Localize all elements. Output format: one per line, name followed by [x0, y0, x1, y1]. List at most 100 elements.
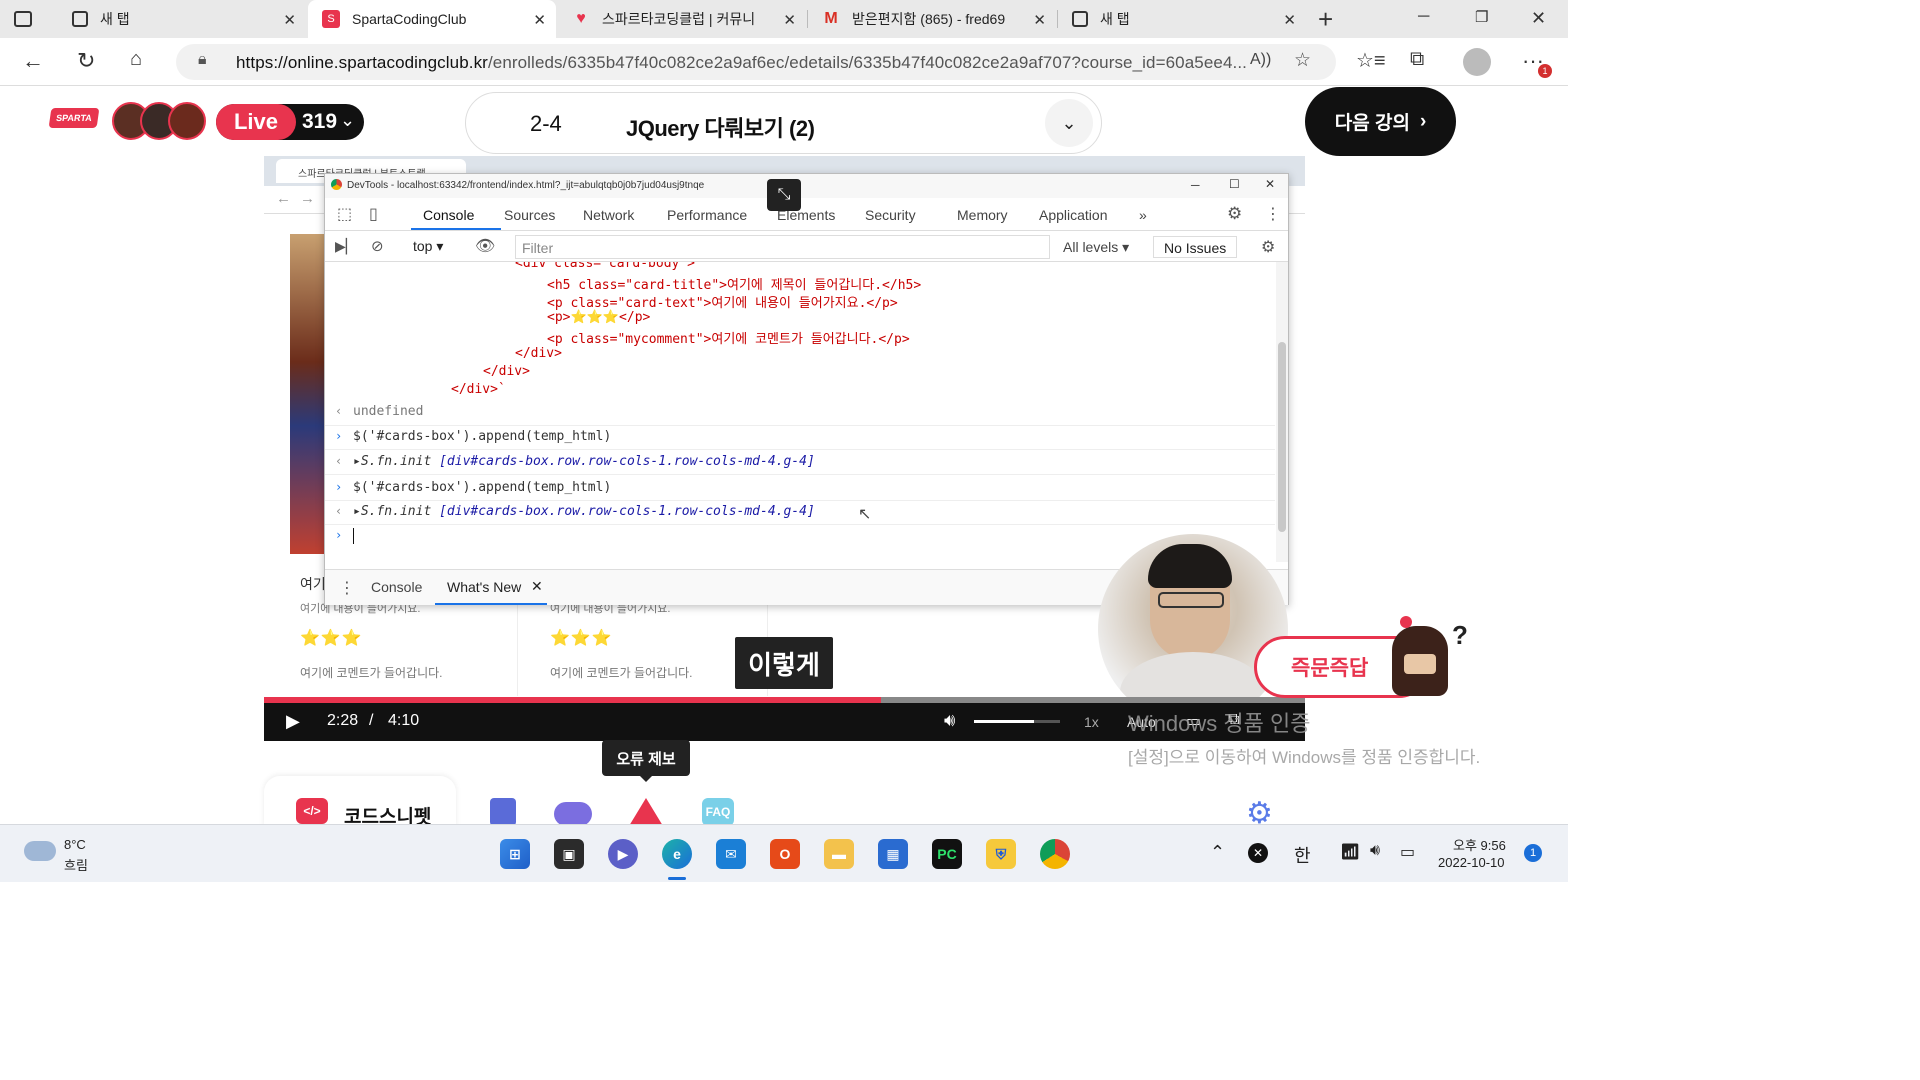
- console-line: <div class= card-body >: [515, 262, 696, 271]
- profile-avatar[interactable]: [1463, 48, 1491, 76]
- pycharm-icon[interactable]: PC: [932, 839, 962, 869]
- chat-icon[interactable]: [554, 802, 592, 826]
- gear-icon: ⚙: [1261, 239, 1276, 256]
- tab-new-tab-2[interactable]: 새 탭 ✕: [1058, 0, 1306, 38]
- windows-start-icon[interactable]: ⊞: [500, 839, 530, 869]
- volume-slider[interactable]: [974, 720, 1060, 723]
- add-favorite-icon[interactable]: ☆: [1294, 49, 1311, 72]
- quick-answer-label: 즉문즉답: [1291, 657, 1369, 680]
- next-lecture-label: 다음 강의: [1334, 113, 1410, 134]
- play-icon[interactable]: ▶: [286, 711, 300, 732]
- clear-console-icon: ⊘: [371, 238, 384, 255]
- restore-window-button[interactable]: ❐: [1475, 8, 1488, 26]
- active-tab-underline: [411, 228, 501, 230]
- eye-icon: 👁︎: [475, 238, 496, 255]
- chevron-down-icon: ⌄: [1061, 112, 1077, 133]
- inspect-icon: ⬚: [337, 206, 353, 223]
- console-line: </div>`: [451, 382, 506, 397]
- address-bar[interactable]: 🔒︎ https://online.spartacodingclub.kr/en…: [176, 44, 1336, 80]
- console-line: $('#cards-box').append(temp_html): [353, 429, 612, 444]
- close-tab-icon[interactable]: ✕: [1283, 11, 1296, 29]
- sparta-logo[interactable]: SPARTA: [48, 108, 100, 128]
- battery-icon[interactable]: ▭: [1400, 842, 1415, 862]
- close-tab-icon[interactable]: ✕: [283, 11, 296, 29]
- tab-network: Network: [583, 207, 635, 223]
- console-toolbar: ▶▏ ⊘ top ▾ 👁︎ Filter All levels ▾ No Iss…: [325, 232, 1288, 262]
- mail-icon[interactable]: ✉: [716, 839, 746, 869]
- code-snippet-button[interactable]: </> 코드스니펫: [264, 776, 456, 828]
- lock-icon[interactable]: 🔒︎: [198, 51, 207, 69]
- playback-speed[interactable]: 1x: [1084, 714, 1099, 730]
- chrome-icon[interactable]: [1040, 839, 1070, 869]
- chevron-right-icon: ›: [1419, 110, 1427, 132]
- office-icon[interactable]: O: [770, 839, 800, 869]
- lecture-header: SPARTA Live 319 ⌄ 2-4 JQuery 다뤄보기 (2) ⌄ …: [0, 86, 1568, 156]
- tab-sparta-community[interactable]: ♥ 스파르타코딩클럽 | 커뮤니 ✕: [558, 0, 806, 38]
- result-arrow-icon: ‹: [335, 454, 343, 468]
- tab-new-tab-1[interactable]: 새 탭 ✕: [58, 0, 306, 38]
- tab-sources: Sources: [504, 207, 556, 223]
- watermark-line2: [설정]으로 이동하여 Windows를 정품 인증합니다.: [1128, 748, 1481, 767]
- minimize-window-button[interactable]: ─: [1418, 8, 1429, 26]
- windows-activation-watermark: Windows 정품 인증 [설정]으로 이동하여 Windows를 정품 인증…: [1128, 706, 1518, 770]
- warning-icon[interactable]: [629, 798, 663, 826]
- url-text[interactable]: https://online.spartacodingclub.kr/enrol…: [236, 53, 1247, 73]
- devtools-tabs: ⬚ ▯ Console Sources Network Performance …: [325, 198, 1288, 231]
- live-indicator[interactable]: Live 319 ⌄: [216, 104, 364, 140]
- cloud-icon[interactable]: [24, 841, 56, 861]
- store-icon[interactable]: ▦: [878, 839, 908, 869]
- chat-app-icon[interactable]: ▶: [608, 839, 638, 869]
- close-tab-icon[interactable]: ✕: [1033, 11, 1046, 29]
- weather-desc[interactable]: 흐림: [64, 855, 88, 874]
- new-tab-plus-icon[interactable]: +: [1318, 4, 1333, 35]
- character-mascot-icon: [1392, 616, 1448, 696]
- console-line: ▸S.fn.init [div#cards-box.row.row-cols-1…: [353, 504, 815, 519]
- tab-gmail[interactable]: M 받은편지함 (865) - fred69 ✕: [808, 0, 1056, 38]
- app-tray-icon[interactable]: ✕: [1248, 843, 1268, 863]
- refresh-icon[interactable]: ↻: [77, 48, 95, 74]
- result-arrow-icon: ‹: [335, 404, 343, 418]
- console-line: <h5 class="card-title">여기에 제목이 들어갑니다.</h…: [547, 278, 922, 293]
- tab-spartacodingclub[interactable]: S SpartaCodingClub ✕: [308, 0, 556, 38]
- tab-actions-button[interactable]: [0, 0, 56, 38]
- console-line: </div>: [483, 364, 530, 379]
- next-lecture-button[interactable]: 다음 강의 ›: [1305, 87, 1456, 156]
- back-arrow-icon[interactable]: ←: [22, 48, 44, 74]
- lecture-dropdown-button[interactable]: ⌄: [1045, 99, 1093, 147]
- close-window-button[interactable]: ✕: [1531, 8, 1546, 29]
- ime-indicator[interactable]: 한: [1294, 842, 1311, 868]
- clock-time[interactable]: 오후 9:56: [1453, 835, 1506, 854]
- speaker-icon[interactable]: 🔊︎: [1370, 842, 1380, 860]
- lecture-selector[interactable]: 2-4 JQuery 다뤄보기 (2) ⌄: [465, 92, 1102, 154]
- card-image: [290, 234, 326, 554]
- favorites-icon[interactable]: ☆≡: [1356, 48, 1386, 73]
- lecture-tools: </> 코드스니펫 FAQ ⚙: [264, 776, 1305, 830]
- tab-title: SpartaCodingClub: [352, 11, 467, 27]
- kebab-menu-icon: ⋮: [339, 580, 355, 597]
- file-explorer-icon[interactable]: ▬: [824, 839, 854, 869]
- read-aloud-icon[interactable]: A)): [1250, 51, 1271, 69]
- edge-icon[interactable]: e: [662, 839, 692, 869]
- wifi-icon[interactable]: 📶︎: [1340, 842, 1360, 862]
- clock-date[interactable]: 2022-10-10: [1438, 855, 1505, 870]
- context-select: top ▾: [413, 238, 444, 254]
- close-tab-icon[interactable]: ✕: [533, 11, 546, 29]
- chevron-up-icon[interactable]: ⌃: [1210, 842, 1225, 863]
- gmail-icon: M: [824, 10, 838, 27]
- avatar: [168, 102, 206, 140]
- weather-temp[interactable]: 8°C: [64, 837, 86, 852]
- current-time: 2:28: [327, 712, 359, 729]
- collections-icon[interactable]: ⧉: [1410, 48, 1424, 71]
- security-shield-icon[interactable]: ⛨: [986, 839, 1016, 869]
- home-icon[interactable]: ⌂: [130, 48, 142, 71]
- volume-icon[interactable]: 🔊︎: [944, 710, 955, 731]
- card-comment: 여기에 코멘트가 들어갑니다.: [550, 666, 693, 680]
- faq-icon[interactable]: FAQ: [702, 798, 734, 826]
- task-view-icon[interactable]: ▣: [554, 839, 584, 869]
- tab-title: 받은편지함 (865) - fred69: [852, 11, 1006, 27]
- close-tab-icon[interactable]: ✕: [783, 11, 796, 29]
- checklist-icon[interactable]: [490, 798, 516, 826]
- tab-security: Security: [865, 207, 916, 223]
- notification-badge[interactable]: 1: [1524, 844, 1542, 862]
- exit-fullscreen-icon[interactable]: ⤡: [767, 179, 801, 211]
